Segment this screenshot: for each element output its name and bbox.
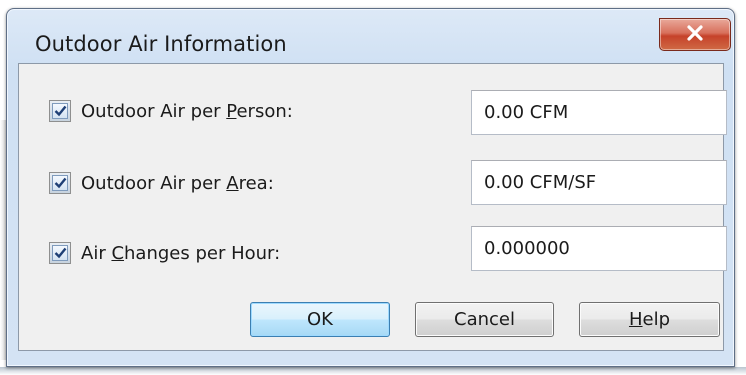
checkmark-icon [54,177,66,189]
checkbox-box [52,103,68,119]
label-outdoor-air-per-person: Outdoor Air per Person: [81,101,293,122]
checkbox-outdoor-air-per-area[interactable] [49,172,71,194]
cancel-button[interactable]: Cancel [415,302,554,337]
outdoor-air-per-area-field[interactable]: 0.00 CFM/SF [471,160,727,205]
checkbox-box [52,175,68,191]
help-label: elp [642,309,671,330]
help-mnemonic: H [628,309,643,330]
dialog-title: Outdoor Air Information [35,32,287,56]
label-air-changes-per-hour: Air Changes per Hour: [81,243,281,264]
checkmark-icon [54,247,66,259]
bottom-window-shadow [0,367,746,375]
checkbox-box [52,245,68,261]
checkmark-icon [54,105,66,117]
air-changes-per-hour-field[interactable]: 0.000000 [471,226,727,271]
ok-button[interactable]: OK [250,302,390,337]
checkbox-air-changes-per-hour[interactable] [49,242,71,264]
outdoor-air-per-person-field[interactable]: 0.00 CFM [471,90,727,135]
close-icon [685,24,705,45]
close-button[interactable] [659,18,731,51]
checkbox-outdoor-air-per-person[interactable] [49,100,71,122]
label-outdoor-air-per-area: Outdoor Air per Area: [81,173,274,194]
help-button[interactable]: Help [579,302,720,337]
